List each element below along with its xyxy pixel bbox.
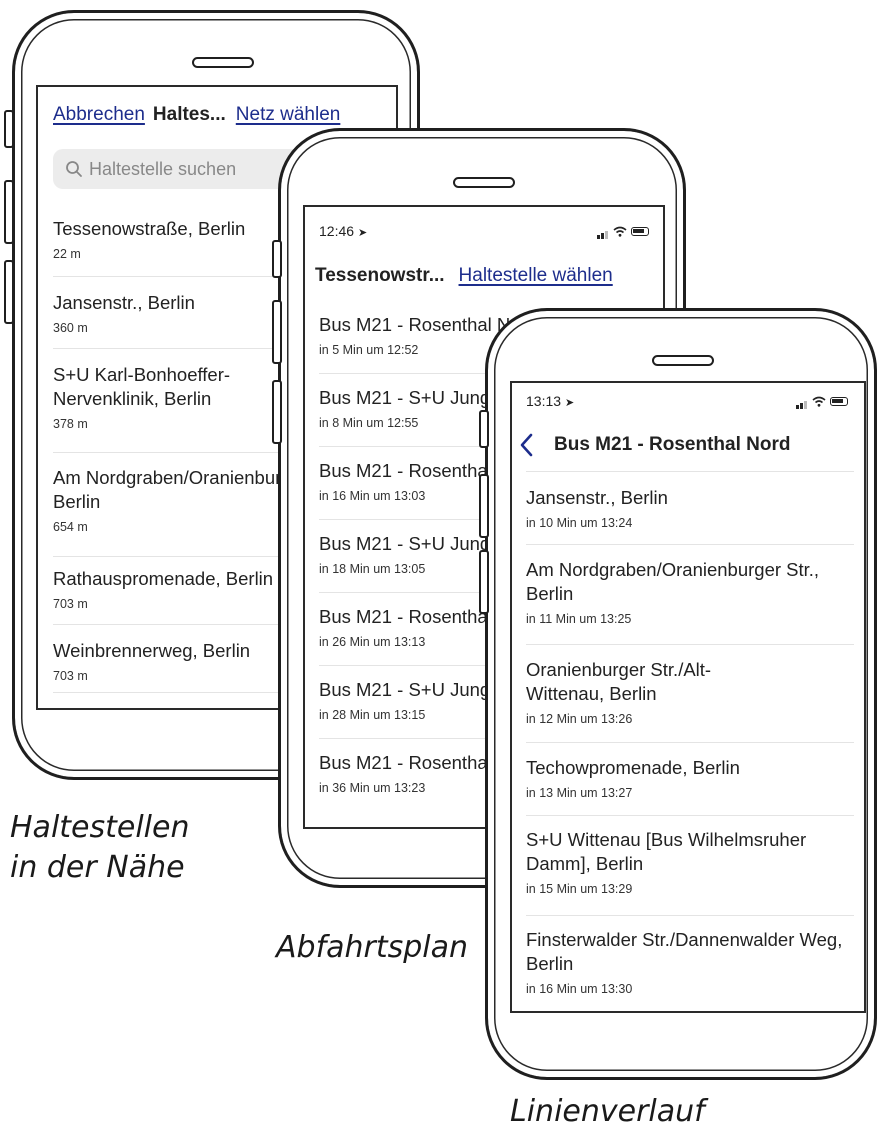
chevron-left-icon[interactable]	[518, 431, 538, 459]
side-button	[479, 550, 489, 614]
choose-stop-button[interactable]: Haltestelle wählen	[459, 265, 613, 287]
phone-speaker	[453, 177, 515, 188]
list-item[interactable]: Jansenstr., Berlin in 10 Min um 13:24	[526, 472, 854, 545]
side-button	[272, 380, 282, 444]
search-placeholder: Haltestelle suchen	[89, 158, 237, 179]
stop-name: S+U Karl-Bonhoeffer-Nervenklinik, Berlin	[53, 364, 231, 409]
caption-line: Abfahrtsplan	[276, 930, 469, 965]
list-item[interactable]: Techowpromenade, Berlin in 13 Min um 13:…	[526, 743, 854, 816]
location-arrow-icon: ➤	[564, 397, 575, 409]
stop-name: Jansenstr., Berlin	[526, 487, 668, 508]
caption-line: Linienverlauf	[510, 1094, 705, 1129]
stop-time: in 11 Min um 13:25	[526, 612, 632, 626]
battery-icon	[631, 226, 649, 236]
stop-name: Oranienburger Str./Alt-Wittenau, Berlin	[526, 659, 712, 704]
page-title: Haltes...	[152, 104, 226, 125]
wifi-icon	[613, 226, 627, 237]
status-icons	[597, 223, 649, 239]
list-item[interactable]: Oranienburger Str./Alt-Wittenau, Berlin …	[526, 645, 854, 743]
side-button	[272, 300, 282, 364]
phone-speaker	[652, 355, 714, 366]
signal-icon	[796, 393, 808, 409]
nav-header: Abbrechen Haltes... Netz wählen	[53, 104, 340, 126]
page-title: Tessenowstr...	[315, 265, 445, 286]
nav-header: Tessenowstr... Haltestelle wählen	[315, 265, 613, 287]
stop-time: in 13 Min um 13:27	[526, 786, 633, 800]
stop-name: Am Nordgraben/Oranienburger Str., Berlin	[526, 559, 820, 604]
page-title: Bus M21 - Rosenthal Nord	[554, 434, 791, 455]
route-stops-list: Jansenstr., Berlin in 10 Min um 13:24 Am…	[526, 471, 854, 1011]
side-button	[272, 240, 282, 278]
stop-time: in 15 Min um 13:29	[526, 882, 633, 896]
status-bar: 13:13 ➤	[526, 393, 848, 409]
stop-name: Techowpromenade, Berlin	[526, 757, 740, 778]
status-time: 13:13 ➤	[526, 393, 575, 409]
location-arrow-icon: ➤	[357, 227, 368, 239]
stop-time: in 16 Min um 13:30	[526, 982, 633, 996]
screen-route: 13:13 ➤ Bus M21 - Rosenthal Nord Jansens…	[510, 381, 866, 1013]
search-icon	[66, 161, 82, 177]
caption-line: Haltestellen	[10, 810, 190, 845]
list-item[interactable]: Am Nordgraben/Oranienburger Str., Berlin…	[526, 545, 854, 645]
side-button	[4, 180, 14, 244]
choose-network-button[interactable]: Netz wählen	[236, 104, 341, 126]
stop-name: S+U Wittenau [Bus Wilhelmsruher Damm], B…	[526, 829, 807, 874]
cancel-button[interactable]: Abbrechen	[53, 104, 145, 126]
status-bar: 12:46 ➤	[319, 223, 649, 239]
side-button	[4, 110, 14, 148]
side-button	[4, 260, 14, 324]
caption-nearby-stops: Haltestellen in der Nähe	[10, 808, 190, 888]
caption-departures: Abfahrtsplan	[276, 928, 468, 968]
caption-route: Linienverlauf	[510, 1092, 705, 1132]
phone-route: 13:13 ➤ Bus M21 - Rosenthal Nord Jansens…	[485, 308, 877, 1080]
battery-icon	[830, 396, 848, 406]
list-item[interactable]: Finsterwalder Str./Dannenwalder Weg, Ber…	[526, 916, 854, 1011]
stop-name: Finsterwalder Str./Dannenwalder Weg, Ber…	[526, 929, 843, 974]
caption-line: in der Nähe	[10, 850, 185, 885]
nav-header: Bus M21 - Rosenthal Nord	[518, 431, 858, 459]
status-time: 12:46 ➤	[319, 223, 368, 239]
signal-icon	[597, 223, 609, 239]
stop-time: in 12 Min um 13:26	[526, 712, 633, 726]
side-button	[479, 410, 489, 448]
side-button	[479, 474, 489, 538]
phone-speaker	[192, 57, 254, 68]
status-icons	[796, 393, 848, 409]
stop-time: in 10 Min um 13:24	[526, 516, 633, 530]
wifi-icon	[812, 396, 826, 407]
list-item[interactable]: S+U Wittenau [Bus Wilhelmsruher Damm], B…	[526, 816, 854, 916]
